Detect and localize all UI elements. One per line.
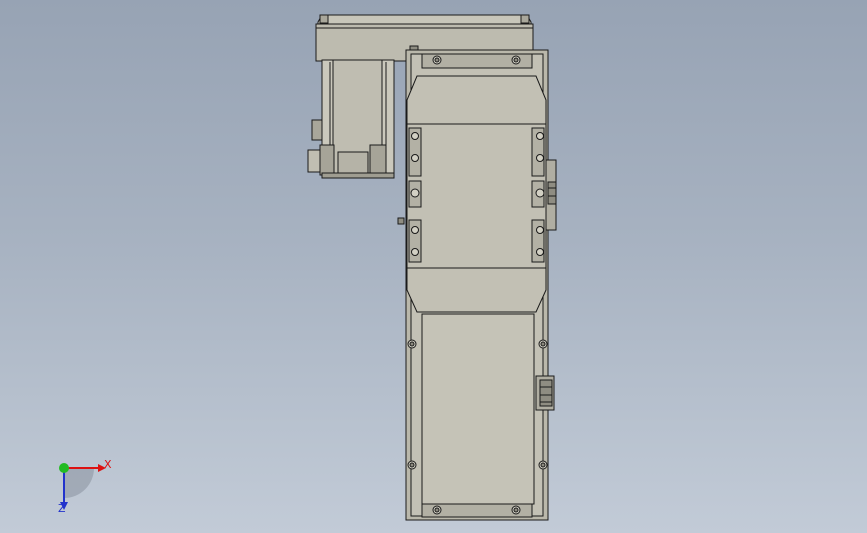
z-axis-label: Z: [58, 502, 66, 515]
small-connector: [397, 217, 405, 225]
carriage[interactable]: [406, 75, 547, 313]
graphics-viewport[interactable]: X Z: [0, 0, 867, 533]
y-axis-dot: [59, 463, 69, 473]
cover-plate[interactable]: [421, 313, 535, 505]
motor-body[interactable]: [307, 59, 395, 179]
side-sensor-upper[interactable]: [545, 159, 557, 231]
x-axis-label: X: [104, 458, 112, 471]
side-sensor-lower[interactable]: [535, 375, 555, 411]
cad-model-view[interactable]: [0, 0, 867, 533]
